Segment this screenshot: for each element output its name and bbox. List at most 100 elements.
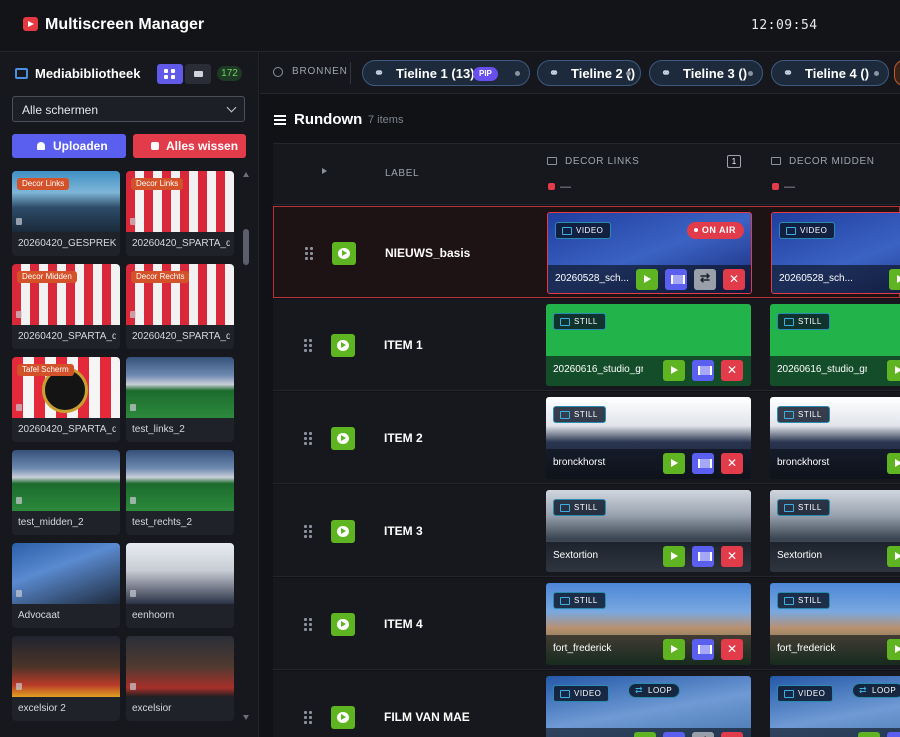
play-cell-button[interactable] xyxy=(858,732,880,737)
drag-handle-icon[interactable] xyxy=(305,247,313,260)
media-card[interactable]: test_links_2 xyxy=(126,357,234,442)
play-cell-button[interactable] xyxy=(663,360,685,381)
media-cell[interactable]: STILL Sextortion xyxy=(770,490,900,572)
list-view-toggle[interactable] xyxy=(185,64,211,84)
play-cell-button[interactable] xyxy=(889,269,900,290)
media-card[interactable]: Decor Links 20260420_SPARTA_d... xyxy=(126,171,234,256)
media-thumbnail[interactable]: Tafel Scherm xyxy=(12,357,120,418)
drag-handle-icon[interactable] xyxy=(304,711,312,724)
rundown-row[interactable]: NIEUWS_basisVIDEOON AIR20260528_sch...VI… xyxy=(273,206,900,298)
media-name: excelsior 2 xyxy=(18,703,66,714)
media-card[interactable]: Decor Rechts 20260420_SPARTA_d... xyxy=(126,264,234,349)
media-thumbnail[interactable] xyxy=(126,450,234,511)
play-row-button[interactable] xyxy=(332,242,356,265)
media-thumbnail[interactable]: Decor Links xyxy=(12,171,120,232)
source-pill[interactable]: ⚭ Tieline 4 () xyxy=(771,60,889,86)
source-pill[interactable]: ⚭ Tieline 3 () xyxy=(649,60,763,86)
play-row-button[interactable] xyxy=(331,520,355,543)
preview-monitor-button[interactable] xyxy=(665,269,687,290)
preview-monitor-button[interactable] xyxy=(692,546,714,567)
drag-handle-icon[interactable] xyxy=(304,618,312,631)
scrollbar-thumb[interactable] xyxy=(243,229,249,265)
media-cell[interactable]: STILL 20260616_studio_gre... xyxy=(546,304,751,386)
remove-cell-button[interactable] xyxy=(723,269,745,290)
drag-handle-icon[interactable] xyxy=(304,432,312,445)
clear-all-button[interactable]: Alles wissen xyxy=(133,134,246,158)
play-row-button[interactable] xyxy=(331,613,355,636)
media-card[interactable]: Advocaat xyxy=(12,543,120,628)
media-thumbnail[interactable]: Decor Rechts xyxy=(126,264,234,325)
remove-cell-button[interactable] xyxy=(721,453,743,474)
loop-toggle-button[interactable] xyxy=(692,732,714,737)
preview-monitor-button[interactable] xyxy=(692,360,714,381)
play-cell-button[interactable] xyxy=(887,360,900,381)
remove-cell-button[interactable] xyxy=(721,732,743,737)
source-pill[interactable]: ⚭ Tieline 1 (13) PIP xyxy=(362,60,530,86)
media-thumbnail[interactable] xyxy=(126,357,234,418)
play-cell-button[interactable] xyxy=(663,453,685,474)
media-cell[interactable]: VIDEOLOOP20260715_M... xyxy=(546,676,751,737)
remove-cell-button[interactable] xyxy=(721,639,743,660)
media-card[interactable]: Decor Links 20260420_GESPREK_... xyxy=(12,171,120,256)
preview-monitor-button[interactable] xyxy=(663,732,685,737)
preview-monitor-button[interactable] xyxy=(887,732,900,737)
media-cell[interactable]: STILL bronckhorst xyxy=(546,397,751,479)
media-card[interactable]: excelsior xyxy=(126,636,234,721)
rundown-row[interactable]: ITEM 2 STILL bronckhorst STILL bronckhorst xyxy=(273,392,900,484)
expand-chevron-icon[interactable] xyxy=(322,168,327,174)
media-cell[interactable]: STILL bronckhorst xyxy=(770,397,900,479)
grid-view-toggle[interactable] xyxy=(157,64,183,84)
play-cell-button[interactable] xyxy=(634,732,656,737)
scroll-up-arrow-icon[interactable] xyxy=(243,172,249,177)
upload-button[interactable]: Uploaden xyxy=(12,134,126,158)
media-cell[interactable]: STILL Sextortion xyxy=(546,490,751,572)
media-card[interactable]: eenhoorn xyxy=(126,543,234,628)
media-cell[interactable]: VIDEO ON AIR 20260528_sch... xyxy=(547,212,752,294)
media-cell[interactable]: VIDEOLOOP20260715_M... xyxy=(770,676,900,737)
source-label: Tieline 3 () xyxy=(683,66,748,81)
rundown-row[interactable]: ITEM 3 STILL Sextortion STILL Sextortion xyxy=(273,485,900,577)
play-row-button[interactable] xyxy=(331,427,355,450)
scroll-down-arrow-icon[interactable] xyxy=(243,715,249,720)
play-cell-button[interactable] xyxy=(636,269,658,290)
screen-filter-select[interactable]: Alle schermen xyxy=(12,96,245,122)
drag-handle-icon[interactable] xyxy=(304,339,312,352)
media-card[interactable]: excelsior 2 xyxy=(12,636,120,721)
preview-monitor-button[interactable] xyxy=(692,453,714,474)
rundown-row[interactable]: FILM VAN MAEVIDEOLOOP20260715_M...VIDEOL… xyxy=(273,671,900,737)
sidebar-scrollbar[interactable] xyxy=(243,172,249,735)
media-cell[interactable]: VIDEO 20260528_sch... xyxy=(771,212,900,294)
media-card[interactable]: test_rechts_2 xyxy=(126,450,234,535)
media-cell[interactable]: STILL fort_frederick xyxy=(546,583,751,665)
source-pill[interactable] xyxy=(894,60,900,86)
media-card[interactable]: Decor Midden 20260420_SPARTA_d... xyxy=(12,264,120,349)
media-thumbnail[interactable]: Decor Links xyxy=(126,171,234,232)
remove-cell-button[interactable] xyxy=(721,360,743,381)
media-cell[interactable]: STILL 20260616_studio_gre... xyxy=(770,304,900,386)
media-thumbnail[interactable]: Decor Midden xyxy=(12,264,120,325)
media-cell[interactable]: STILL fort_frederick xyxy=(770,583,900,665)
drag-handle-icon[interactable] xyxy=(304,525,312,538)
rundown-row[interactable]: ITEM 4 STILL fort_frederick STILL fort_frede… xyxy=(273,578,900,670)
rundown-row[interactable]: ITEM 1 STILL 20260616_studio_gre... STILL 20… xyxy=(273,299,900,391)
loop-toggle-button[interactable] xyxy=(694,269,716,290)
media-thumbnail[interactable] xyxy=(126,543,234,604)
media-type-badge: STILL xyxy=(553,313,606,330)
play-row-button[interactable] xyxy=(331,706,355,729)
source-pill[interactable]: ⚭ Tieline 2 () xyxy=(537,60,641,86)
remove-cell-button[interactable] xyxy=(721,546,743,567)
play-cell-button[interactable] xyxy=(887,639,900,660)
rundown-panel: Rundown 7 items LABEL DECOR LINKS — 1 DECOR… xyxy=(260,95,900,737)
play-cell-button[interactable] xyxy=(663,546,685,567)
play-cell-button[interactable] xyxy=(663,639,685,660)
preview-monitor-button[interactable] xyxy=(692,639,714,660)
media-card[interactable]: Tafel Scherm 20260420_SPARTA_d... xyxy=(12,357,120,442)
play-cell-button[interactable] xyxy=(887,546,900,567)
media-thumbnail[interactable] xyxy=(126,636,234,697)
play-cell-button[interactable] xyxy=(887,453,900,474)
media-thumbnail[interactable] xyxy=(12,543,120,604)
media-thumbnail[interactable] xyxy=(12,450,120,511)
media-thumbnail[interactable] xyxy=(12,636,120,697)
play-row-button[interactable] xyxy=(331,334,355,357)
media-card[interactable]: test_midden_2 xyxy=(12,450,120,535)
